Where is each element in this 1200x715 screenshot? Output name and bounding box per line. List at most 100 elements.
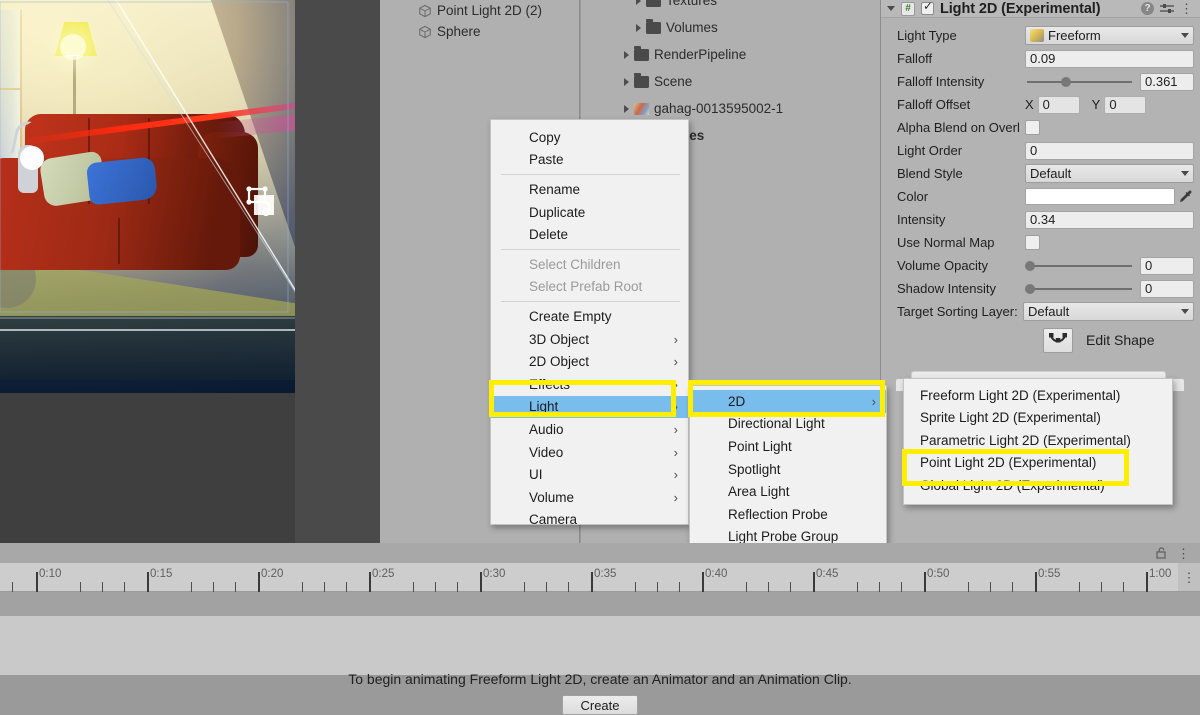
project-row[interactable]: gahag-0013595002-1 (581, 95, 880, 122)
use-normal-map-checkbox[interactable] (1025, 235, 1040, 250)
slider-knob[interactable] (1025, 260, 1035, 271)
light-submenu[interactable]: 2D › Directional Light Point Light Spotli… (689, 385, 887, 545)
menu-item-freeform-light-2d[interactable]: Freeform Light 2D (Experimental) (904, 384, 1172, 407)
create-animator-button[interactable]: Create (562, 695, 638, 715)
unity-editor-window: Point Light 2D (2) Sphere Textures Volum… (0, 0, 1200, 715)
menu-item-effects[interactable]: Effects › (491, 373, 688, 396)
field-intensity[interactable]: Intensity 0.34 (881, 208, 1200, 231)
menu-item-video[interactable]: Video › (491, 441, 688, 464)
menu-item-reflection-probe[interactable]: Reflection Probe (690, 503, 886, 526)
field-light-type[interactable]: Light Type Freeform (881, 24, 1200, 47)
animation-panel[interactable]: ⋮ 0:10 0:15 0:20 0:25 0:30 0:35 0:40 0:4… (0, 543, 1200, 715)
slider-knob[interactable] (1060, 76, 1071, 87)
blend-style-dropdown[interactable]: Default (1025, 164, 1194, 183)
falloff-offset-x-input[interactable]: 0 (1037, 95, 1080, 114)
component-enabled-checkbox[interactable] (921, 0, 934, 15)
menu-item-light[interactable]: Light › (491, 395, 688, 419)
inspector-component-header[interactable]: # Light 2D (Experimental) ? ⋮ (881, 0, 1200, 18)
menu-item-parametric-light-2d[interactable]: Parametric Light 2D (Experimental) (904, 429, 1172, 452)
kebab-menu-icon[interactable]: ⋮ (1180, 2, 1193, 15)
edit-shape-label: Edit Shape (1086, 332, 1155, 348)
chevron-right-icon[interactable] (636, 23, 641, 32)
field-volume-opacity[interactable]: Volume Opacity 0 (881, 254, 1200, 277)
edit-shape-button[interactable] (1043, 327, 1073, 353)
menu-item-3d-object[interactable]: 3D Object › (491, 328, 688, 351)
menu-item-create-empty[interactable]: Create Empty (491, 305, 688, 328)
falloff-value: 0.09 (1030, 51, 1056, 66)
inspector-panel[interactable]: # Light 2D (Experimental) ? ⋮ Light Type… (881, 0, 1200, 375)
help-icon[interactable]: ? (1141, 2, 1154, 15)
menu-separator (501, 248, 680, 250)
kebab-menu-icon[interactable]: ⋮ (1177, 547, 1190, 560)
scene-view[interactable] (0, 0, 295, 393)
project-row[interactable]: Scene (581, 68, 880, 95)
project-row[interactable]: Textures (581, 0, 880, 14)
preset-icon[interactable] (1160, 2, 1174, 15)
field-blend-style[interactable]: Blend Style Default (881, 162, 1200, 185)
field-alpha-blend[interactable]: Alpha Blend on Overl (881, 116, 1200, 139)
lock-open-icon[interactable] (1156, 547, 1167, 559)
field-light-order[interactable]: Light Order 0 (881, 139, 1200, 162)
menu-item-copy[interactable]: Copy (491, 126, 688, 149)
menu-item-rename[interactable]: Rename (491, 178, 688, 201)
field-falloff-intensity[interactable]: Falloff Intensity 0.361 (881, 70, 1200, 93)
field-shadow-intensity[interactable]: Shadow Intensity 0 (881, 277, 1200, 300)
menu-item-2d-object[interactable]: 2D Object › (491, 350, 688, 373)
hierarchy-context-menu[interactable]: Copy Paste Rename Duplicate Delete Selec… (490, 119, 689, 527)
field-use-normal-map[interactable]: Use Normal Map (881, 231, 1200, 254)
light2d-submenu[interactable]: Freeform Light 2D (Experimental) Sprite … (903, 378, 1173, 505)
menu-item-ui[interactable]: UI › (491, 463, 688, 486)
chevron-right-icon[interactable] (624, 77, 629, 86)
menu-item-label: Spotlight (728, 461, 781, 477)
menu-item-paste[interactable]: Paste (491, 149, 688, 172)
shadow-intensity-slider[interactable] (1025, 281, 1134, 297)
slider-knob[interactable] (1025, 283, 1035, 294)
ruler-tick-label: 0:45 (816, 568, 839, 580)
hierarchy-item[interactable]: Sphere (380, 21, 579, 42)
hierarchy-item[interactable]: Point Light 2D (2) (380, 0, 579, 21)
menu-item-point-light-2d[interactable]: Point Light 2D (Experimental) (904, 452, 1172, 475)
field-label: Color (897, 189, 929, 204)
volume-opacity-input[interactable]: 0 (1140, 256, 1194, 275)
falloff-intensity-input[interactable]: 0.361 (1140, 72, 1194, 91)
menu-item-volume[interactable]: Volume › (491, 486, 688, 509)
field-color[interactable]: Color (881, 185, 1200, 208)
volume-opacity-slider[interactable] (1025, 258, 1134, 274)
menu-item-sprite-light-2d[interactable]: Sprite Light 2D (Experimental) (904, 407, 1172, 430)
falloff-offset-y-input[interactable]: 0 (1104, 95, 1147, 114)
menu-item-delete[interactable]: Delete (491, 223, 688, 246)
timeline-ruler[interactable]: 0:10 0:15 0:20 0:25 0:30 0:35 0:40 0:45 … (0, 563, 1178, 592)
color-swatch[interactable] (1025, 188, 1175, 205)
field-label: Shadow Intensity (897, 281, 997, 296)
menu-item-audio[interactable]: Audio › (491, 418, 688, 441)
menu-item-spotlight[interactable]: Spotlight (690, 458, 886, 481)
menu-item-point-light[interactable]: Point Light (690, 435, 886, 458)
light-type-dropdown[interactable]: Freeform (1025, 26, 1194, 45)
menu-item-duplicate[interactable]: Duplicate (491, 201, 688, 224)
light-2d-shape-gizmo-icon[interactable] (245, 185, 281, 221)
eyedropper-icon[interactable] (1178, 189, 1194, 205)
field-falloff-offset[interactable]: Falloff Offset X 0 Y 0 (881, 93, 1200, 116)
target-sorting-layer-dropdown[interactable]: Default (1023, 302, 1194, 321)
intensity-input[interactable]: 0.34 (1025, 210, 1194, 229)
alpha-blend-checkbox[interactable] (1025, 120, 1040, 135)
falloff-intensity-slider[interactable] (1025, 74, 1134, 90)
shadow-intensity-input[interactable]: 0 (1140, 279, 1194, 298)
menu-item-area-light[interactable]: Area Light (690, 480, 886, 503)
field-target-sorting-layer[interactable]: Target Sorting Layer: Default (881, 300, 1200, 323)
menu-item-2d[interactable]: 2D › (690, 390, 886, 413)
chevron-right-icon[interactable] (624, 50, 629, 59)
kebab-menu-icon[interactable]: ⋮ (1183, 571, 1196, 584)
falloff-input[interactable]: 0.09 (1025, 49, 1194, 68)
chevron-down-icon[interactable] (887, 6, 895, 11)
project-row[interactable]: Volumes (581, 14, 880, 41)
light-order-input[interactable]: 0 (1025, 141, 1194, 160)
field-falloff[interactable]: Falloff 0.09 (881, 47, 1200, 70)
project-row[interactable]: RenderPipeline (581, 41, 880, 68)
field-label: Intensity (897, 212, 946, 227)
menu-item-camera[interactable]: Camera (491, 509, 688, 532)
chevron-right-icon[interactable] (636, 0, 641, 5)
menu-item-global-light-2d[interactable]: Global Light 2D (Experimental) (904, 474, 1172, 497)
menu-item-directional-light[interactable]: Directional Light (690, 413, 886, 436)
chevron-right-icon[interactable] (624, 104, 629, 113)
